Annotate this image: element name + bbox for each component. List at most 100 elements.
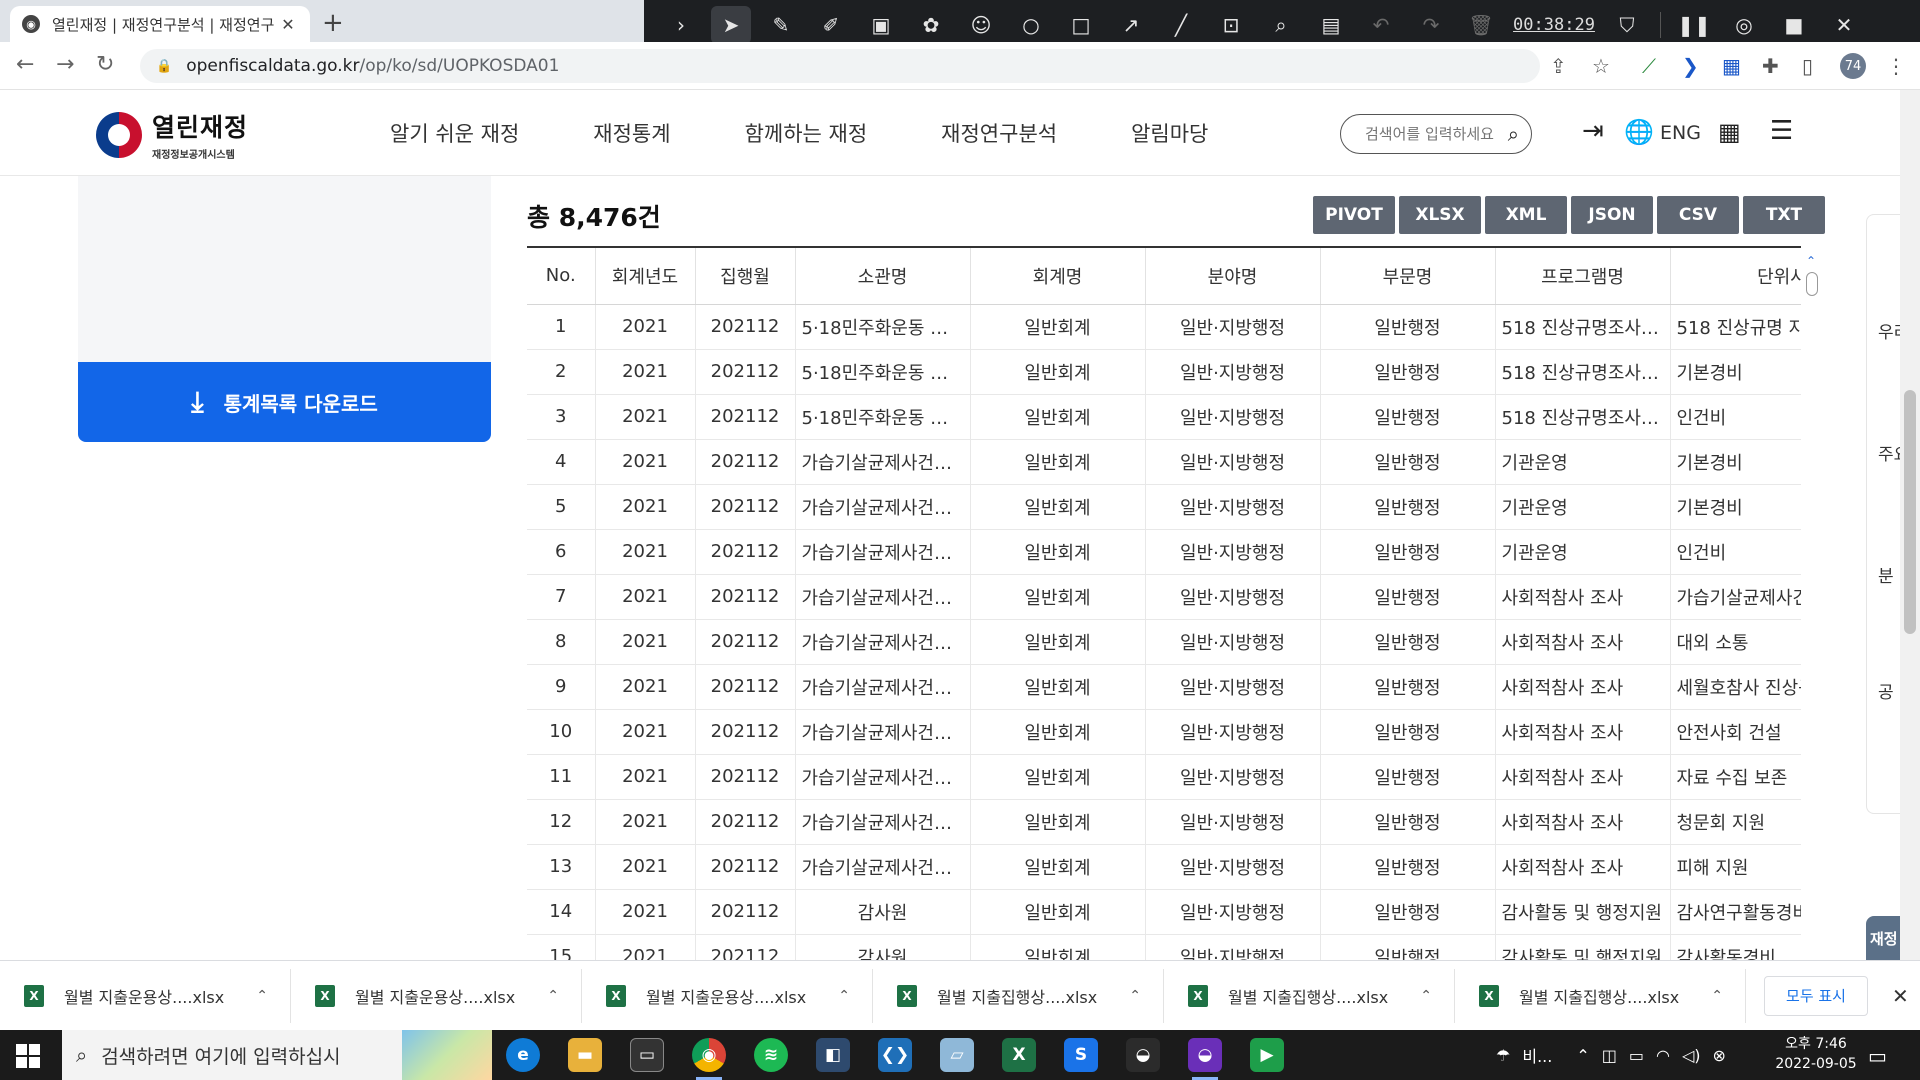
close-icon[interactable]: ✕ [278, 15, 298, 34]
s-app-icon[interactable]: S [1064, 1038, 1098, 1072]
export-xml-button[interactable]: XML [1485, 196, 1567, 234]
undo-icon[interactable]: ↶ [1356, 13, 1406, 37]
table-row[interactable]: 9 2021 202112 가습기살균제사건… 일반회계 일반·지방행정 일반행정 사회적참사… [527, 664, 1801, 710]
chevron-up-icon[interactable]: ⌃ [1711, 988, 1723, 1004]
close-icon[interactable]: ✕ [1892, 984, 1909, 1008]
search-icon[interactable]: ⌕ [1508, 122, 1519, 146]
pen-icon[interactable]: ✎ [756, 13, 806, 37]
column-header[interactable]: 집행월 [695, 248, 796, 305]
redo-icon[interactable]: ↷ [1406, 13, 1456, 37]
nav-notices[interactable]: 알림마당 [1131, 118, 1208, 148]
taskbar-search[interactable]: ⌕ 검색하려면 여기에 입력하십시 [62, 1030, 492, 1080]
hamburger-menu-icon[interactable]: ☰ [1770, 116, 1793, 146]
login-icon[interactable]: ⇥ [1582, 116, 1604, 146]
share-icon[interactable]: ⇪ [1550, 54, 1567, 78]
network-app-icon[interactable]: ◧ [816, 1038, 850, 1072]
nav-easy-finance[interactable]: 알기 쉬운 재정 [390, 118, 519, 148]
nav-finance-statistics[interactable]: 재정통계 [593, 118, 670, 148]
arrow-icon[interactable]: ↗ [1106, 13, 1156, 37]
column-header[interactable]: 프로그램명 [1495, 248, 1671, 305]
volume-icon[interactable]: ◁) [1682, 1046, 1701, 1065]
site-search-input[interactable] [1365, 125, 1495, 143]
quick-menu-tab[interactable]: 재정 [1866, 916, 1900, 960]
trash-icon[interactable]: 🗑 [1456, 13, 1506, 37]
table-row[interactable]: 10 2021 202112 가습기살균제사건… 일반회계 일반·지방행정 일반행정 사회적참… [527, 709, 1801, 755]
table-row[interactable]: 15 2021 202112 감사원 일반회계 일반·지방행정 일반행정 감사활동 및 행정지… [527, 934, 1801, 960]
download-item[interactable]: X 월별 지출집행상....xlsx ⌃ [873, 968, 1164, 1023]
download-item[interactable]: X 월별 지출운용상....xlsx ⌃ [0, 968, 291, 1023]
calendar-icon[interactable]: ▦ [1718, 118, 1741, 146]
export-xlsx-button[interactable]: XLSX [1399, 196, 1481, 234]
table-row[interactable]: 2 2021 202112 5·18민주화운동 진… 일반회계 일반·지방행정 일반행정 51… [527, 349, 1801, 395]
download-item[interactable]: X 월별 지출운용상....xlsx ⌃ [582, 968, 873, 1023]
quick-menu-item[interactable]: 분 [1878, 562, 1894, 587]
media-player-icon[interactable]: ▶ [1250, 1038, 1284, 1072]
page-scroll-thumb[interactable] [1904, 390, 1916, 634]
wifi-icon[interactable]: ◠ [1656, 1046, 1670, 1065]
chevron-up-icon[interactable]: ⌃ [547, 988, 559, 1004]
table-row[interactable]: 7 2021 202112 가습기살균제사건… 일반회계 일반·지방행정 일반행정 사회적참사… [527, 574, 1801, 620]
column-header[interactable]: 소관명 [795, 248, 971, 305]
extension-pen-icon[interactable]: ⟋ [1642, 54, 1656, 78]
shapes-icon[interactable]: ✿ [906, 13, 956, 37]
stop-icon[interactable]: ■ [1769, 13, 1819, 37]
camera-icon[interactable]: ◫ [1602, 1046, 1617, 1065]
zoom-icon[interactable]: ⌕ [1256, 13, 1306, 37]
table-row[interactable]: 1 2021 202112 5·18민주화운동 진… 일반회계 일반·지방행정 일반행정 51… [527, 304, 1801, 350]
jetbrains-app-icon[interactable]: ◒ [1126, 1038, 1160, 1072]
edge-app-icon[interactable]: e [506, 1038, 540, 1072]
column-header[interactable]: 회계년도 [595, 248, 696, 305]
language-toggle[interactable]: ENG [1660, 122, 1701, 144]
table-row[interactable]: 13 2021 202112 가습기살균제사건… 일반회계 일반·지방행정 일반행정 사회적참… [527, 844, 1801, 890]
download-item[interactable]: X 월별 지출운용상....xlsx ⌃ [291, 968, 582, 1023]
extensions-puzzle-icon[interactable]: ✚ [1762, 54, 1779, 78]
emoji-icon[interactable]: ☺ [956, 13, 1006, 37]
file-explorer-icon[interactable]: ▬ [568, 1038, 602, 1072]
chevron-up-icon[interactable]: ⌃ [1806, 254, 1816, 268]
expand-icon[interactable]: › [656, 13, 706, 37]
jetbrains-active-app-icon[interactable]: ◒ [1188, 1038, 1222, 1080]
statistics-list-download-button[interactable]: ⤓ 통계목록 다운로드 [78, 362, 491, 442]
table-row[interactable]: 3 2021 202112 5·18민주화운동 진… 일반회계 일반·지방행정 일반행정 51… [527, 394, 1801, 440]
terminal-app-icon[interactable]: ▭ [630, 1038, 664, 1072]
pointer-icon[interactable]: ➤ [711, 6, 751, 44]
column-header[interactable]: 단위사업명 [1670, 248, 1801, 305]
back-icon[interactable]: ← [16, 52, 34, 77]
excel-app-icon[interactable]: X [1002, 1038, 1036, 1072]
line-icon[interactable]: ╱ [1156, 13, 1206, 37]
chevron-up-icon[interactable]: ⌃ [1129, 988, 1141, 1004]
side-panel-icon[interactable]: ▯ [1802, 54, 1813, 78]
table-scrollbar[interactable]: ⌃ [1804, 254, 1818, 302]
show-all-downloads-button[interactable]: 모두 표시 [1764, 975, 1868, 1016]
restart-icon[interactable]: ◎ [1719, 13, 1769, 37]
table-row[interactable]: 5 2021 202112 가습기살균제사건… 일반회계 일반·지방행정 일반행정 기관운영 기… [527, 484, 1801, 530]
notes-app-icon[interactable]: ▱ [940, 1038, 974, 1072]
chrome-app-icon[interactable]: ◉ [692, 1038, 726, 1080]
download-item[interactable]: X 월별 지출집행상....xlsx ⌃ [1455, 968, 1746, 1023]
site-logo[interactable]: 열린재정 재정정보공개시스템 [96, 108, 248, 161]
pause-icon[interactable]: ❚❚ [1669, 13, 1719, 37]
browser-tab-active[interactable]: ◉ 열린재정 | 재정연구분석 | 재정연구 ✕ [10, 6, 310, 42]
extension-arrow-icon[interactable]: ❯ [1682, 54, 1699, 78]
export-pivot-button[interactable]: PIVOT [1313, 196, 1395, 234]
quick-menu-item[interactable]: 공 [1878, 678, 1894, 703]
table-row[interactable]: 14 2021 202112 감사원 일반회계 일반·지방행정 일반행정 감사활동 및 행정지… [527, 889, 1801, 935]
page-scrollbar[interactable] [1900, 90, 1920, 960]
chevron-up-icon[interactable]: ⌃ [1420, 988, 1432, 1004]
rectangle-icon[interactable]: □ [1056, 13, 1106, 37]
taskbar-clock[interactable]: 오후 7:46 2022-09-05 [1766, 1034, 1866, 1074]
whiteboard-icon[interactable]: ▤ [1306, 13, 1356, 37]
notification-icon[interactable]: ▭ [1868, 1044, 1887, 1068]
export-csv-button[interactable]: CSV [1657, 196, 1739, 234]
forward-icon[interactable]: → [56, 52, 74, 77]
column-header[interactable]: 회계명 [970, 248, 1146, 305]
spotify-app-icon[interactable]: ≋ [754, 1038, 788, 1072]
windows-start-icon[interactable] [16, 1044, 40, 1068]
nav-research-analysis[interactable]: 재정연구분석 [941, 118, 1057, 148]
table-scroll-thumb[interactable] [1806, 272, 1818, 296]
chevron-up-icon[interactable]: ⌃ [838, 988, 850, 1004]
highlighter-icon[interactable]: ✐ [806, 13, 856, 37]
new-tab-button[interactable]: + [322, 8, 344, 38]
export-json-button[interactable]: JSON [1571, 196, 1653, 234]
vscode-app-icon[interactable]: ❮❯ [878, 1038, 912, 1072]
